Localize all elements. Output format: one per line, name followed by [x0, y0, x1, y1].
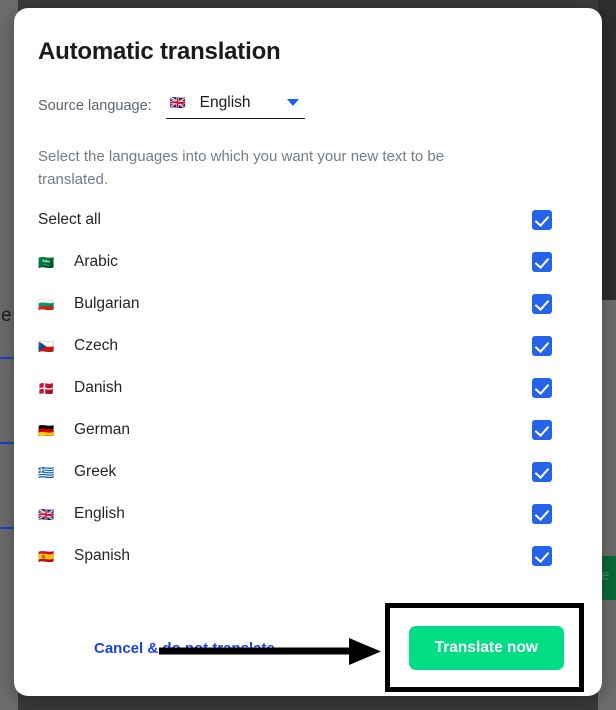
- language-label: Bulgarian: [74, 295, 140, 313]
- language-row[interactable]: 🇩🇪 German: [38, 409, 578, 451]
- dialog-header: Automatic translation Source language: 🇬…: [14, 8, 602, 119]
- source-language-label: Source language:: [38, 98, 152, 115]
- language-row[interactable]: 🇬🇷 Greek: [38, 451, 578, 493]
- flag-icon: 🇸🇦: [38, 254, 55, 270]
- language-row[interactable]: 🇸🇦 Arabic: [38, 241, 578, 283]
- flag-icon: 🇪🇸: [38, 548, 55, 564]
- language-checkbox[interactable]: [532, 294, 552, 315]
- language-label: Greek: [74, 463, 117, 481]
- flag-icon: 🇨🇿: [38, 338, 55, 354]
- dialog-footer: Cancel & do not translate Translate now: [14, 600, 602, 696]
- select-all-label: Select all: [38, 211, 101, 229]
- language-checkbox[interactable]: [532, 378, 552, 399]
- flag-icon: 🇬🇧: [38, 506, 55, 522]
- source-language-row: Source language: 🇬🇧 English: [38, 94, 578, 119]
- language-scroll-area[interactable]: Select the languages into which you want…: [14, 119, 602, 600]
- language-checkbox[interactable]: [532, 546, 552, 567]
- source-language-select[interactable]: 🇬🇧 English: [165, 93, 305, 119]
- language-list: 🇸🇦 Arabic 🇧🇬 Bulgarian 🇨🇿 Czech 🇩🇰 Danish 🇩🇪 Germ…: [38, 241, 578, 577]
- translate-now-button[interactable]: Translate now: [408, 626, 564, 670]
- source-language-value: English: [199, 93, 251, 111]
- language-label: Czech: [74, 337, 118, 355]
- select-all-checkbox[interactable]: [532, 210, 552, 231]
- flag-icon: 🇧🇬: [38, 296, 55, 312]
- language-label: English: [74, 505, 125, 523]
- language-row[interactable]: 🇪🇸 Spanish: [38, 535, 578, 577]
- language-row[interactable]: 🇬🇧 English: [38, 493, 578, 535]
- flag-icon: 🇩🇰: [38, 380, 55, 396]
- cancel-link[interactable]: Cancel & do not translate: [94, 640, 275, 657]
- submit-button-wrapper: Translate now: [384, 603, 584, 692]
- language-label: German: [74, 421, 130, 439]
- language-checkbox[interactable]: [532, 336, 552, 357]
- language-label: Danish: [74, 379, 123, 397]
- language-checkbox[interactable]: [532, 420, 552, 441]
- page-title: Automatic translation: [38, 38, 281, 65]
- flag-icon-gb: 🇬🇧: [169, 95, 186, 111]
- language-row[interactable]: 🇨🇿 Czech: [38, 325, 578, 367]
- background-left-glyph: e: [1, 305, 12, 326]
- chevron-down-icon: [286, 99, 299, 107]
- flag-icon: 🇬🇷: [38, 464, 55, 480]
- language-label: Spanish: [74, 547, 131, 565]
- language-checkbox[interactable]: [532, 252, 552, 273]
- automatic-translation-dialog: Automatic translation Source language: 🇬…: [14, 8, 602, 696]
- language-row[interactable]: 🇩🇰 Danish: [38, 367, 578, 409]
- language-checkbox[interactable]: [532, 462, 552, 483]
- language-row[interactable]: 🇧🇬 Bulgarian: [38, 283, 578, 325]
- select-all-row[interactable]: Select all: [38, 199, 578, 241]
- language-checkbox[interactable]: [532, 504, 552, 525]
- background-right-glyph: e: [601, 567, 610, 584]
- language-label: Arabic: [74, 253, 118, 271]
- dialog-description: Select the languages into which you want…: [38, 147, 445, 189]
- flag-icon: 🇩🇪: [38, 422, 55, 438]
